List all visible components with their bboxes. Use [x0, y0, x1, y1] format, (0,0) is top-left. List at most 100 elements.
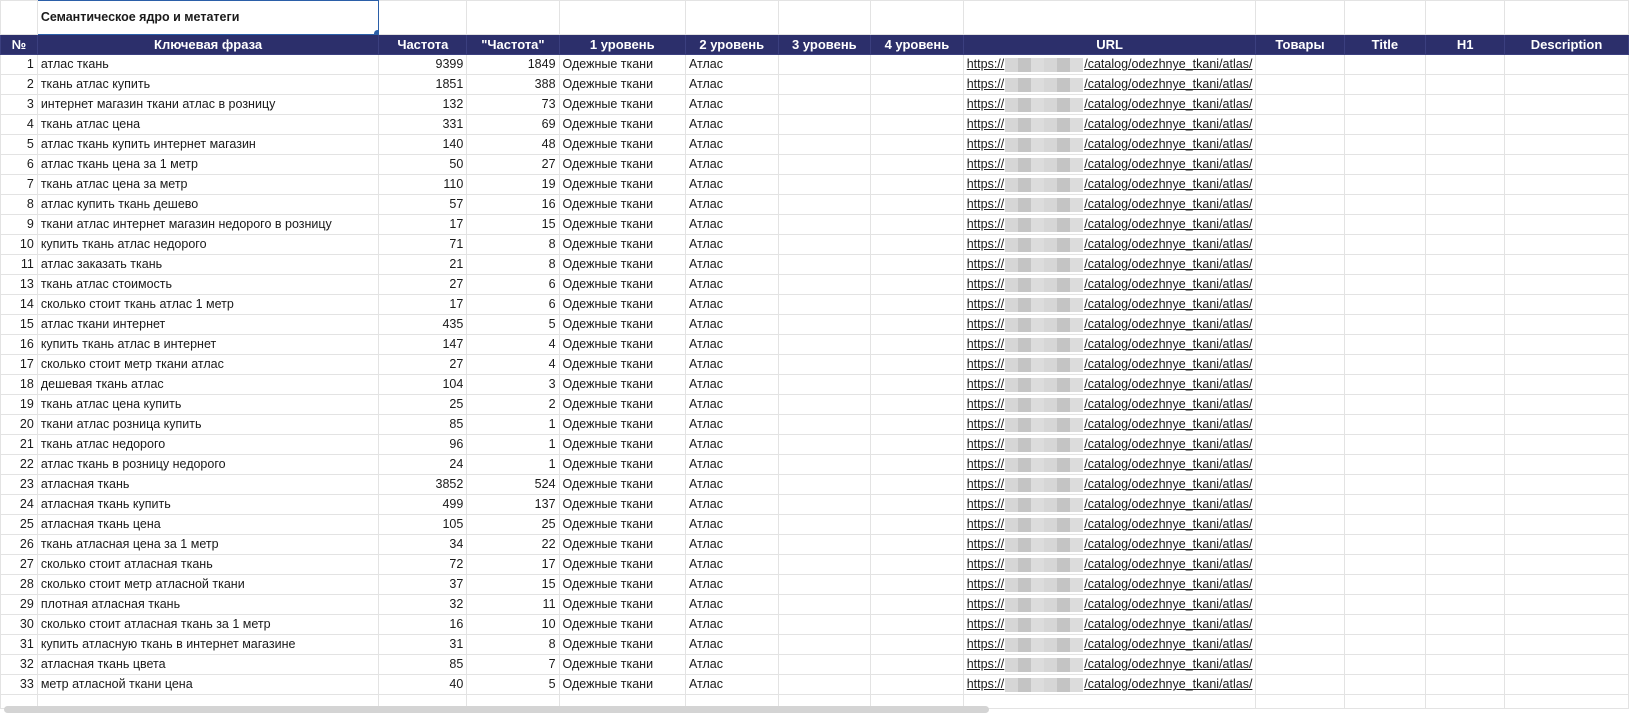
url-link-path[interactable]: /catalog/odezhnye_tkani/atlas/: [1084, 217, 1252, 231]
level-2-cell[interactable]: Атлас: [684, 394, 779, 415]
keyword-phrase-cell[interactable]: атласная ткань цена: [36, 514, 380, 535]
level-2-cell[interactable]: Атлас: [684, 214, 779, 235]
keyword-phrase-cell[interactable]: ткань атлас купить: [36, 74, 380, 95]
level-2-cell[interactable]: Атлас: [684, 354, 779, 375]
description-cell[interactable]: [1504, 554, 1629, 575]
description-cell[interactable]: [1504, 674, 1629, 695]
h1-cell[interactable]: [1425, 54, 1506, 75]
description-cell[interactable]: [1504, 494, 1629, 515]
products-cell[interactable]: [1255, 574, 1345, 595]
url-link-prefix[interactable]: https://: [967, 657, 1005, 671]
level-1-cell[interactable]: Одежные ткани: [558, 74, 686, 95]
level-4-cell[interactable]: [870, 494, 964, 515]
level-2-cell[interactable]: Атлас: [684, 474, 779, 495]
empty-cell[interactable]: [558, 0, 686, 35]
title-cell[interactable]: [1343, 474, 1427, 495]
level-4-cell[interactable]: [870, 554, 964, 575]
col-header-level-2[interactable]: 2 уровень: [684, 34, 779, 55]
level-2-cell[interactable]: Атлас: [684, 614, 779, 635]
exact-frequency-cell[interactable]: 8: [466, 234, 560, 255]
level-3-cell[interactable]: [777, 494, 872, 515]
products-cell[interactable]: [1255, 494, 1345, 515]
products-cell[interactable]: [1255, 594, 1345, 615]
url-cell[interactable]: https:// /catalog/odezhnye_tkani/atlas/: [962, 214, 1257, 235]
level-4-cell[interactable]: [870, 434, 964, 455]
url-cell[interactable]: https:// /catalog/odezhnye_tkani/atlas/: [962, 234, 1257, 255]
url-link-prefix[interactable]: https://: [967, 537, 1005, 551]
level-3-cell[interactable]: [777, 534, 872, 555]
url-link-path[interactable]: /catalog/odezhnye_tkani/atlas/: [1084, 637, 1252, 651]
title-cell[interactable]: [1343, 294, 1427, 315]
keyword-phrase-cell[interactable]: сколько стоит атласная ткань: [36, 554, 380, 575]
frequency-cell[interactable]: 72: [378, 554, 468, 575]
level-3-cell[interactable]: [777, 74, 872, 95]
row-number-cell[interactable]: 29: [0, 594, 38, 615]
description-cell[interactable]: [1504, 154, 1629, 175]
level-2-cell[interactable]: Атлас: [684, 154, 779, 175]
products-cell[interactable]: [1255, 474, 1345, 495]
level-3-cell[interactable]: [777, 554, 872, 575]
url-link-prefix[interactable]: https://: [967, 437, 1005, 451]
level-1-cell[interactable]: Одежные ткани: [558, 274, 686, 295]
level-1-cell[interactable]: Одежные ткани: [558, 354, 686, 375]
url-link-prefix[interactable]: https://: [967, 177, 1005, 191]
products-cell[interactable]: [1255, 374, 1345, 395]
products-cell[interactable]: [1255, 674, 1345, 695]
h1-cell[interactable]: [1425, 174, 1506, 195]
url-link-prefix[interactable]: https://: [967, 197, 1005, 211]
empty-cell[interactable]: [684, 0, 779, 35]
products-cell[interactable]: [1255, 414, 1345, 435]
row-number-cell[interactable]: 2: [0, 74, 38, 95]
description-cell[interactable]: [1504, 394, 1629, 415]
col-header-level-3[interactable]: 3 уровень: [777, 34, 872, 55]
level-4-cell[interactable]: [870, 254, 964, 275]
level-3-cell[interactable]: [777, 574, 872, 595]
frequency-cell[interactable]: 1851: [378, 74, 468, 95]
title-cell[interactable]: [1343, 354, 1427, 375]
frequency-cell[interactable]: 85: [378, 654, 468, 675]
level-3-cell[interactable]: [777, 414, 872, 435]
products-cell[interactable]: [1255, 634, 1345, 655]
url-link-path[interactable]: /catalog/odezhnye_tkani/atlas/: [1084, 397, 1252, 411]
url-link-path[interactable]: /catalog/odezhnye_tkani/atlas/: [1084, 77, 1252, 91]
frequency-cell[interactable]: 27: [378, 354, 468, 375]
url-link-prefix[interactable]: https://: [967, 477, 1005, 491]
level-1-cell[interactable]: Одежные ткани: [558, 454, 686, 475]
title-cell[interactable]: [1343, 674, 1427, 695]
description-cell[interactable]: [1504, 194, 1629, 215]
exact-frequency-cell[interactable]: 2: [466, 394, 560, 415]
level-4-cell[interactable]: [870, 614, 964, 635]
level-2-cell[interactable]: Атлас: [684, 294, 779, 315]
level-3-cell[interactable]: [777, 274, 872, 295]
level-1-cell[interactable]: Одежные ткани: [558, 634, 686, 655]
products-cell[interactable]: [1255, 394, 1345, 415]
url-link-prefix[interactable]: https://: [967, 77, 1005, 91]
col-header-url[interactable]: URL: [962, 34, 1257, 55]
title-cell[interactable]: [1343, 274, 1427, 295]
products-cell[interactable]: [1255, 274, 1345, 295]
partial-cell[interactable]: [1343, 694, 1427, 709]
description-cell[interactable]: [1504, 274, 1629, 295]
frequency-cell[interactable]: 27: [378, 274, 468, 295]
url-link-path[interactable]: /catalog/odezhnye_tkani/atlas/: [1084, 517, 1252, 531]
exact-frequency-cell[interactable]: 4: [466, 354, 560, 375]
title-cell[interactable]: [1343, 434, 1427, 455]
h1-cell[interactable]: [1425, 654, 1506, 675]
level-2-cell[interactable]: Атлас: [684, 274, 779, 295]
frequency-cell[interactable]: 140: [378, 134, 468, 155]
level-2-cell[interactable]: Атлас: [684, 574, 779, 595]
keyword-phrase-cell[interactable]: интернет магазин ткани атлас в розницу: [36, 94, 380, 115]
exact-frequency-cell[interactable]: 8: [466, 254, 560, 275]
exact-frequency-cell[interactable]: 15: [466, 214, 560, 235]
url-link-prefix[interactable]: https://: [967, 497, 1005, 511]
row-number-cell[interactable]: 24: [0, 494, 38, 515]
level-4-cell[interactable]: [870, 394, 964, 415]
level-3-cell[interactable]: [777, 614, 872, 635]
exact-frequency-cell[interactable]: 1849: [466, 54, 560, 75]
products-cell[interactable]: [1255, 534, 1345, 555]
level-2-cell[interactable]: Атлас: [684, 174, 779, 195]
level-4-cell[interactable]: [870, 174, 964, 195]
exact-frequency-cell[interactable]: 6: [466, 274, 560, 295]
col-header-description[interactable]: Description: [1504, 34, 1629, 55]
url-link-prefix[interactable]: https://: [967, 577, 1005, 591]
